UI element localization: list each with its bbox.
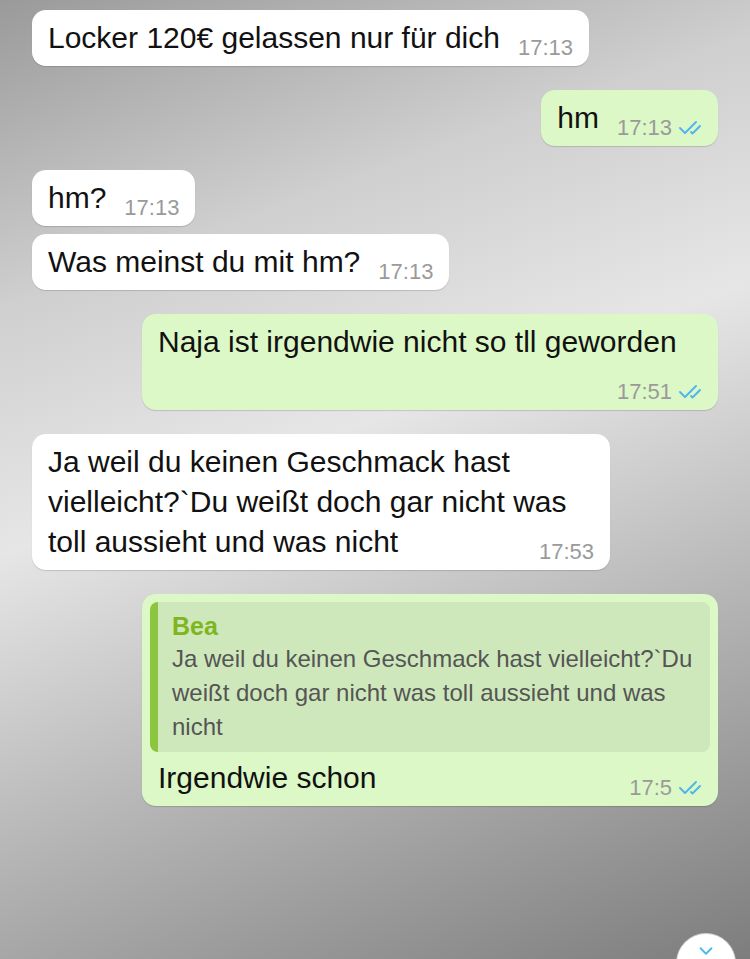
message-meta: 17:13 (518, 18, 573, 60)
message-meta: 17:5 (629, 758, 702, 800)
message-meta: 17:13 (124, 178, 179, 220)
message-list[interactable]: Locker 120€ gelassen nur für dich17:13 hm… (0, 0, 750, 886)
outgoing-message[interactable]: hm17:13 (541, 90, 718, 146)
quoted-message[interactable]: BeaJa weil du keinen Geschmack hast viel… (150, 602, 710, 752)
read-ticks-icon (678, 116, 702, 140)
scroll-down-button[interactable] (676, 933, 736, 959)
message-time: 17:13 (518, 36, 573, 60)
incoming-message[interactable]: Locker 120€ gelassen nur für dich17:13 (32, 10, 589, 66)
message-text: hm?17:13 (48, 178, 179, 218)
message-row: Was meinst du mit hm?17:13 (32, 234, 718, 290)
read-ticks-icon (678, 380, 702, 404)
message-meta: 17:13 (378, 242, 433, 284)
message-text: Irgendwie schon17:5 (150, 758, 710, 798)
message-time: 17:13 (617, 116, 672, 140)
message-text: hm17:13 (557, 98, 702, 138)
message-time: 17:51 (617, 380, 672, 404)
incoming-message[interactable]: Ja weil du keinen Geschmack hast viellei… (32, 434, 610, 570)
message-text: Ja weil du keinen Geschmack hast viellei… (48, 442, 594, 562)
message-time: 17:5 (629, 776, 672, 800)
message-time: 17:53 (539, 540, 594, 564)
message-meta: 17:53 (539, 522, 594, 564)
incoming-message[interactable]: hm?17:13 (32, 170, 195, 226)
message-meta: 17:51 (617, 362, 702, 404)
message-row: hm?17:13 (32, 170, 718, 226)
outgoing-message[interactable]: BeaJa weil du keinen Geschmack hast viel… (142, 594, 718, 806)
incoming-message[interactable]: Was meinst du mit hm?17:13 (32, 234, 449, 290)
message-text: Locker 120€ gelassen nur für dich17:13 (48, 18, 573, 58)
chevron-down-icon (695, 940, 717, 959)
message-text: Was meinst du mit hm?17:13 (48, 242, 433, 282)
quote-author: Bea (172, 610, 696, 642)
quote-text: Ja weil du keinen Geschmack hast viellei… (172, 642, 696, 744)
message-time: 17:13 (124, 196, 179, 220)
read-ticks-icon (678, 776, 702, 800)
message-row: Locker 120€ gelassen nur für dich17:13 (32, 10, 718, 66)
message-time: 17:13 (378, 260, 433, 284)
message-text: Naja ist irgendwie nicht so tll geworden… (158, 322, 702, 362)
chat-screen: Locker 120€ gelassen nur für dich17:13 hm… (0, 0, 750, 959)
message-row: Ja weil du keinen Geschmack hast viellei… (32, 434, 718, 570)
outgoing-message[interactable]: Naja ist irgendwie nicht so tll geworden… (142, 314, 718, 410)
message-meta: 17:13 (617, 98, 702, 140)
message-row: hm17:13 (32, 90, 718, 146)
message-row: Naja ist irgendwie nicht so tll geworden… (32, 314, 718, 410)
quote-bar (150, 602, 158, 752)
message-row: BeaJa weil du keinen Geschmack hast viel… (32, 594, 718, 806)
